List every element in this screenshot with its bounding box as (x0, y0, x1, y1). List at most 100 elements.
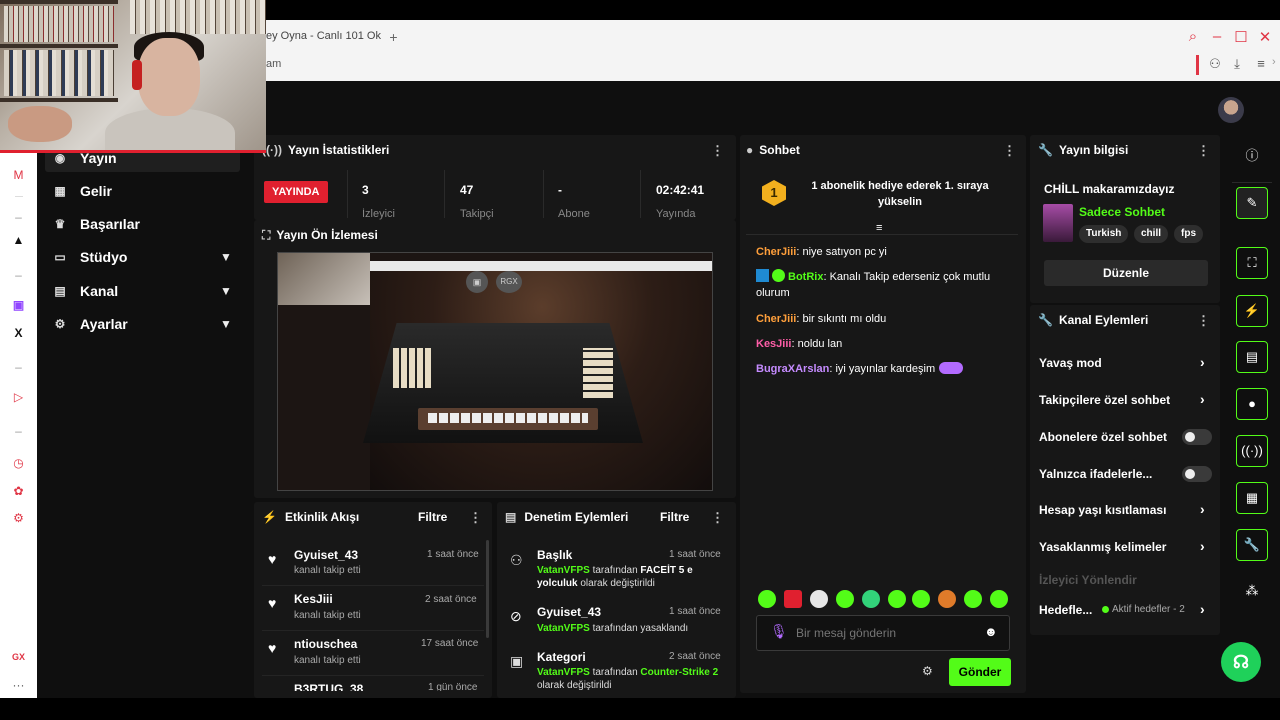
dash-icon[interactable]: – (0, 424, 37, 438)
edit-icon[interactable]: ✎ (1236, 187, 1268, 219)
support-headset-icon[interactable]: ☊ (1221, 642, 1261, 682)
activity-filter-button[interactable]: Filtre (418, 510, 447, 524)
chat-bubble-icon[interactable]: ● (1236, 388, 1268, 420)
chevron-right-icon[interactable]: › (1200, 354, 1205, 370)
divider (640, 170, 641, 218)
x-icon[interactable]: X (0, 326, 37, 340)
goals-row[interactable]: Hedefle... (1039, 603, 1092, 617)
player-icon[interactable]: ▷ (0, 390, 37, 404)
more-options-icon[interactable]: ⋮ (1197, 143, 1210, 159)
address-bar[interactable]: am (266, 58, 281, 70)
a-icon[interactable]: ▲ (0, 233, 37, 247)
sidebar-item-settings[interactable]: ⚙ Ayarlar (52, 314, 128, 334)
chevron-right-icon[interactable]: › (1200, 538, 1205, 554)
m-icon[interactable]: M (0, 168, 37, 182)
followers-value: 47 (460, 183, 474, 197)
emote-icon[interactable] (784, 590, 802, 608)
more-options-icon[interactable]: ⋮ (1003, 143, 1016, 159)
divider (262, 675, 484, 676)
twitch-icon[interactable]: ▣ (0, 298, 37, 312)
puzzle-icon[interactable]: ✿ (0, 484, 37, 498)
sidebar-item-studio[interactable]: ▭ Stüdyo (52, 247, 127, 267)
maximize-icon[interactable]: ☐ (1232, 28, 1250, 46)
settings-icon[interactable]: ⚙ (0, 511, 37, 525)
tag-chip[interactable]: chill (1134, 225, 1169, 243)
dash-icon[interactable]: – (0, 210, 37, 224)
more-options-icon[interactable]: ⋮ (469, 510, 482, 526)
lightning-icon[interactable]: ⚡ (1236, 295, 1268, 327)
activity-user[interactable]: B3RTUG_38 (294, 682, 363, 691)
more-icon[interactable]: ··· (0, 678, 37, 692)
dash-icon[interactable]: – (0, 268, 37, 282)
nodes-icon[interactable]: ⁂ (1236, 576, 1268, 608)
sidebar-item-revenue[interactable]: ▦ Gelir (52, 181, 112, 201)
broadcast-icon[interactable]: ((·)) (1236, 435, 1268, 467)
info-icon[interactable]: ⓘ (1236, 141, 1268, 173)
emote-icon[interactable] (862, 590, 880, 608)
send-button[interactable]: Gönder (949, 658, 1011, 686)
scroll-edge-icon: › (1272, 56, 1276, 68)
emote-icon[interactable] (810, 590, 828, 608)
chevron-down-icon[interactable]: ▼ (220, 317, 232, 331)
close-icon[interactable]: ✕ (1256, 28, 1274, 46)
more-options-icon[interactable]: ⋮ (711, 510, 724, 526)
emote-icon[interactable] (964, 590, 982, 608)
notes-icon[interactable]: ▤ (1236, 341, 1268, 373)
clock-icon[interactable]: ◷ (0, 456, 37, 470)
subscribers-only-toggle[interactable] (1182, 429, 1212, 445)
download-icon[interactable]: ⤓ (1228, 56, 1246, 72)
edit-button[interactable]: Düzenle (1044, 260, 1208, 286)
emote-icon[interactable] (836, 590, 854, 608)
new-tab-icon[interactable]: + (386, 30, 401, 45)
expand-icon[interactable]: ≡ (876, 222, 882, 234)
scan-icon[interactable]: ⛶ (1236, 247, 1268, 279)
slow-mode-row[interactable]: Yavaş mod (1039, 356, 1102, 370)
browser-tab[interactable]: ey Oyna - Canlı 101 Ok (266, 30, 381, 42)
tag-chip[interactable]: fps (1174, 225, 1203, 243)
banned-words-row[interactable]: Yasaklanmış kelimeler (1039, 540, 1166, 554)
account-age-row[interactable]: Hesap yaşı kısıtlaması (1039, 503, 1166, 517)
wrench-icon[interactable]: 🔧 (1236, 529, 1268, 561)
profile-icon[interactable]: ⚇ (1206, 56, 1224, 72)
tag-chip[interactable]: Turkish (1079, 225, 1129, 243)
dash-icon[interactable]: – (0, 360, 37, 374)
layout-icon[interactable]: ▦ (1236, 482, 1268, 514)
emote-icon[interactable] (758, 590, 776, 608)
stream-preview-video[interactable]: ▣ RGX (277, 252, 713, 491)
chevron-right-icon[interactable]: › (1200, 601, 1205, 617)
activity-time: 2 saat önce (425, 594, 477, 605)
category-link[interactable]: Sadece Sohbet (1079, 205, 1165, 219)
emote-icon[interactable] (938, 590, 956, 608)
moderation-filter-button[interactable]: Filtre (660, 510, 689, 524)
emoji-icon[interactable]: ☻ (984, 624, 998, 639)
emote-icon[interactable] (990, 590, 1008, 608)
search-icon[interactable]: ⌕ (1184, 28, 1202, 45)
chat-message: CherJiii: niye satıyon pc yi (756, 246, 887, 258)
chat-input[interactable] (796, 624, 976, 642)
microphone-icon[interactable]: 🎙 (770, 623, 788, 640)
sidebar-item-channel[interactable]: ▤ Kanal (52, 281, 118, 301)
chevron-right-icon[interactable]: › (1200, 501, 1205, 517)
chat-settings-icon[interactable]: ⚙ (922, 664, 933, 678)
moderation-detail: VatanVFPS tarafından Counter-Strike 2 ol… (537, 667, 719, 691)
emote-only-toggle[interactable] (1182, 466, 1212, 482)
gx-icon[interactable]: GX (0, 652, 37, 662)
activity-user[interactable]: KesJiii (294, 592, 333, 606)
more-options-icon[interactable]: ⋮ (1197, 313, 1210, 329)
followers-only-row[interactable]: Takipçilere özel sohbet (1039, 393, 1170, 407)
chevron-down-icon[interactable]: ▼ (220, 250, 232, 264)
emote-icon[interactable] (888, 590, 906, 608)
menu-icon[interactable]: ≡ (1252, 56, 1270, 71)
minimize-icon[interactable]: – (1208, 28, 1226, 45)
more-options-icon[interactable]: ⋮ (711, 143, 724, 159)
activity-scrollbar[interactable] (486, 540, 489, 638)
avatar[interactable] (1218, 97, 1244, 123)
activity-user[interactable]: ntiouschea (294, 637, 357, 651)
category-thumbnail[interactable] (1043, 204, 1073, 242)
chevron-down-icon[interactable]: ▼ (220, 284, 232, 298)
chevron-right-icon[interactable]: › (1200, 391, 1205, 407)
moderation-title[interactable]: Gyuiset_43 (537, 605, 601, 619)
activity-user[interactable]: Gyuiset_43 (294, 548, 358, 562)
emote-icon[interactable] (912, 590, 930, 608)
sidebar-item-achievements[interactable]: ♛ Başarılar (52, 214, 140, 234)
